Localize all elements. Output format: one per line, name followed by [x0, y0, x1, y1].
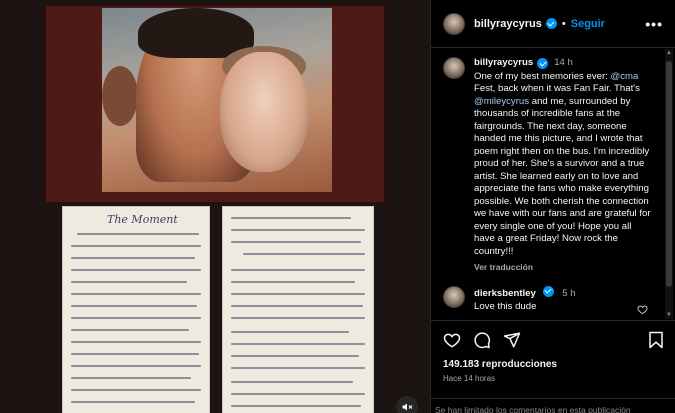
translate-link[interactable]: Ver traducción: [474, 261, 652, 274]
comment-item: dierksbentley 5 h Love this dude: [443, 285, 652, 314]
caption-header: billyraycyrus 14 h: [474, 57, 652, 70]
header-username[interactable]: billyraycyrus: [474, 18, 542, 30]
heart-icon: [443, 333, 461, 348]
comments-limited-notice: Se han limitado los comentarios en esta …: [431, 398, 675, 413]
mute-button[interactable]: [396, 396, 418, 413]
post-side-panel: billyraycyrus • Seguir ••• billyraycyrus…: [430, 0, 675, 413]
verified-badge-icon: [542, 285, 554, 297]
comment-text: Love this dude: [474, 300, 537, 312]
heart-icon: [637, 305, 648, 314]
caption-username[interactable]: billyraycyrus: [474, 57, 533, 70]
caption-text-part: One of my best memories ever:: [474, 70, 611, 82]
verified-badge-icon: [537, 57, 549, 69]
poem-page-1: The Moment: [62, 206, 210, 413]
mention-link[interactable]: @mileycyrus: [474, 96, 529, 107]
comments-list[interactable]: billyraycyrus 14 h One of my best memori…: [431, 49, 664, 319]
share-button[interactable]: [503, 331, 521, 349]
post-media[interactable]: The Moment: [0, 0, 430, 413]
caption-text-part: Fest, back when it was Fan Fair. That's: [474, 83, 640, 94]
scroll-down-arrow-icon[interactable]: ▼: [665, 311, 673, 319]
comment-like-button[interactable]: [637, 302, 648, 320]
caption-body: billyraycyrus 14 h One of my best memori…: [474, 57, 652, 274]
follow-button[interactable]: Seguir: [571, 18, 605, 30]
comment-button[interactable]: [473, 331, 491, 349]
avatar[interactable]: [443, 57, 465, 79]
mute-icon: [402, 403, 413, 411]
comment-icon: [474, 332, 491, 349]
comment-username[interactable]: dierksbentley: [474, 288, 536, 299]
scrollbar[interactable]: ▲ ▼: [665, 49, 673, 319]
separator-dot: •: [561, 17, 566, 30]
caption-text: One of my best memories ever: @cma Fest,…: [474, 71, 652, 259]
action-icons: [443, 327, 664, 353]
post-header: billyraycyrus • Seguir •••: [431, 0, 675, 48]
poem-page-2: [222, 206, 374, 413]
view-count[interactable]: 149.183 reproducciones: [443, 359, 664, 370]
save-button[interactable]: [648, 331, 664, 349]
caption-block: billyraycyrus 14 h One of my best memori…: [443, 57, 652, 274]
framed-photo: [44, 4, 386, 204]
action-bar: 149.183 reproducciones Hace 14 horas: [431, 320, 675, 383]
caption-time: 14 h: [554, 57, 573, 68]
like-button[interactable]: [443, 331, 461, 349]
photo-image: [102, 8, 332, 192]
comment-body: dierksbentley 5 h Love this dude: [474, 285, 576, 313]
background-person: [102, 66, 138, 126]
scrollbar-thumb[interactable]: [666, 61, 672, 287]
verified-badge-icon: [545, 18, 557, 29]
comment-time: 5 h: [562, 287, 576, 299]
child-figure: [220, 52, 308, 172]
scroll-up-arrow-icon[interactable]: ▲: [665, 49, 673, 57]
avatar[interactable]: [443, 12, 465, 35]
bookmark-icon: [649, 331, 663, 349]
caption-text-part: and me, surrounded by thousands of incre…: [474, 95, 651, 257]
more-options-button[interactable]: •••: [645, 16, 663, 32]
avatar[interactable]: [443, 285, 465, 308]
post-timestamp[interactable]: Hace 14 horas: [443, 374, 664, 383]
poem-title: The Moment: [107, 213, 178, 226]
share-icon: [503, 332, 521, 348]
mention-link[interactable]: @cma: [611, 71, 639, 82]
